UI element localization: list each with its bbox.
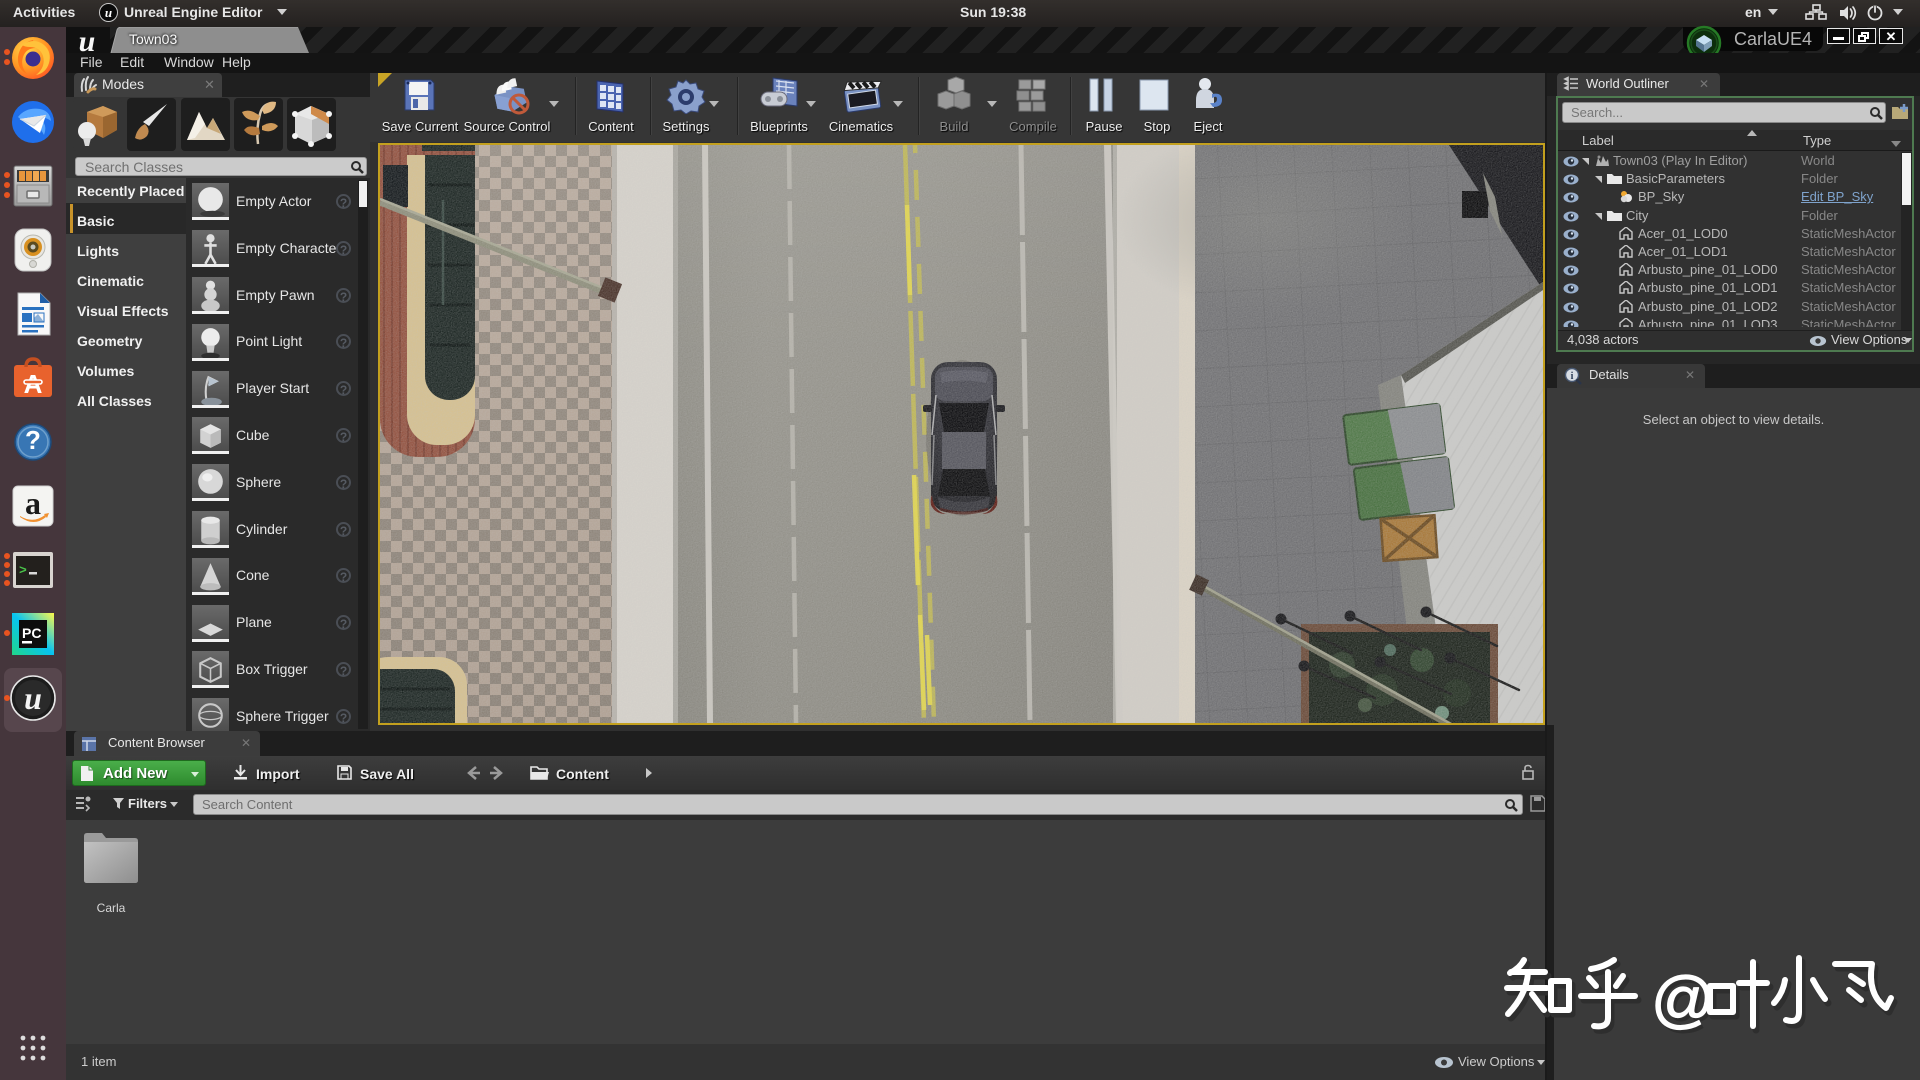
- svg-text:u: u: [79, 28, 96, 54]
- svg-text:i: i: [1571, 371, 1574, 382]
- svg-text:PC: PC: [22, 625, 41, 641]
- svg-text:@: @: [1651, 965, 1715, 1035]
- svg-text:a: a: [25, 485, 41, 521]
- svg-text:?: ?: [25, 425, 41, 455]
- svg-text:u: u: [24, 680, 42, 716]
- svg-text:>: >: [19, 563, 27, 578]
